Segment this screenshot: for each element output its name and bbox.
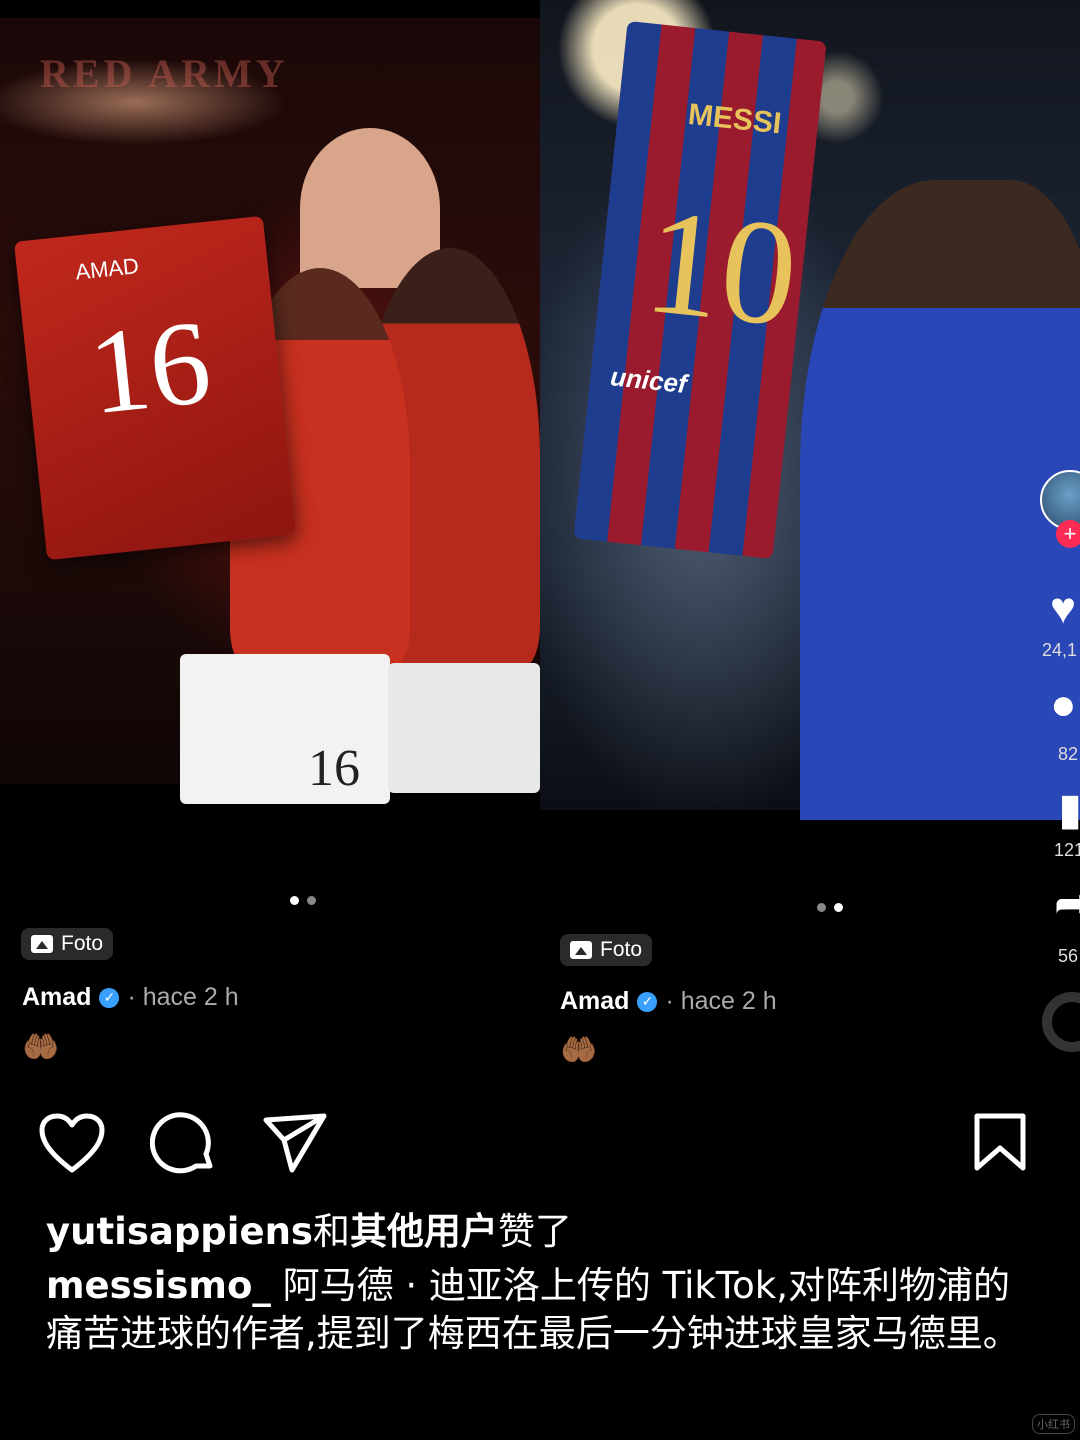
carousel-dot-active[interactable] [834,903,843,912]
jersey-sponsor: unicef [608,361,689,400]
share-icon [263,1113,327,1173]
share-button[interactable] [262,1112,328,1174]
jersey-name: MESSI [686,97,783,141]
author-name[interactable]: Amad [560,987,629,1016]
player-shorts: 16 [180,654,390,804]
image-icon [570,941,592,959]
post-photo-celebration[interactable]: RED ARMY AMAD 16 16 [0,18,540,804]
heart-icon [39,1113,105,1173]
share-arrow-icon[interactable]: ➦ [1054,878,1080,929]
saves-count: 121 [1054,840,1080,860]
other-likers-link[interactable]: 其他用户 [350,1210,498,1253]
caption-username[interactable]: messismo_ [46,1264,271,1307]
follow-plus-icon[interactable]: + [1056,520,1080,548]
like-button[interactable] [38,1112,106,1174]
comment-button[interactable] [150,1112,216,1176]
jersey-number: 16 [83,294,217,440]
image-icon [31,935,53,953]
bookmark-icon [974,1113,1026,1171]
jersey-number: 10 [638,177,805,359]
left-post-panel: RED ARMY AMAD 16 16 Foto Amad ✓ · hace 2… [0,0,540,1090]
liker-username[interactable]: yutisappiens [46,1210,313,1253]
jersey-name: AMAD [74,253,140,285]
post-author-row[interactable]: Amad ✓ · hace 2 h [22,983,239,1012]
post-caption: messismo_ 阿马德 · 迪亚洛上传的 TikTok,对阵利物浦的痛苦进球… [46,1262,1046,1358]
bookmark-icon[interactable]: ▮ [1058,784,1080,835]
post-time: · hace 2 h [665,987,777,1015]
watermark-logo: 小红书 [1032,1414,1075,1434]
comment-icon [150,1112,213,1174]
photo-badge: Foto [21,928,114,960]
likes-connector: 和 [312,1210,350,1253]
carousel-dots [817,903,843,912]
post-caption-emoji: 🤲🏾 [560,1034,598,1067]
carousel-dot[interactable] [307,896,316,905]
shorts-number: 16 [308,740,360,797]
shares-count: 56 [1058,946,1079,966]
stadium-banner-text: RED ARMY [40,51,289,96]
carousel-dot[interactable] [817,903,826,912]
likes-count: 24,1 [1042,640,1078,660]
verified-badge-icon: ✓ [99,987,120,1008]
post-caption-emoji: 🤲🏾 [22,1031,60,1064]
photo-badge: Foto [560,934,653,966]
comment-bubble-icon[interactable]: ● [1050,680,1077,730]
likes-summary: yutisappiens和其他用户赞了 [46,1208,572,1256]
heart-icon[interactable]: ♥ [1050,584,1076,634]
player-figure [800,180,1080,820]
verified-badge-icon: ✓ [637,991,658,1012]
post-time: · hace 2 h [127,983,239,1011]
author-name[interactable]: Amad [22,983,91,1012]
comments-count: 82 [1058,744,1079,764]
carousel-dots [290,896,316,905]
photo-badge-label: Foto [600,938,643,961]
save-button[interactable] [970,1112,1030,1174]
player-shorts [388,663,540,793]
likes-suffix: 赞了 [497,1210,572,1253]
carousel-dot-active[interactable] [290,896,299,905]
photo-badge-label: Foto [61,932,104,955]
held-jersey: AMAD 16 [13,215,297,561]
post-author-row[interactable]: Amad ✓ · hace 2 h [560,987,777,1016]
